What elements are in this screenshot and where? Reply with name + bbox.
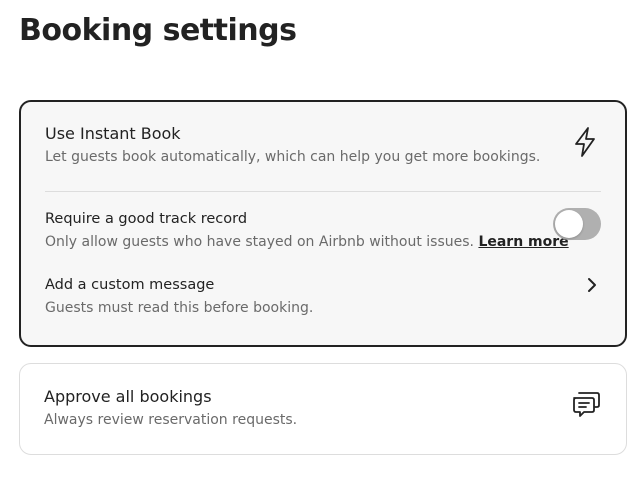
approve-bookings-title: Approve all bookings: [44, 387, 212, 406]
instant-book-card[interactable]: Use Instant Book Let guests book automat…: [19, 100, 627, 347]
approve-bookings-card[interactable]: Approve all bookings Always review reser…: [19, 363, 627, 455]
toggle-knob: [555, 210, 583, 238]
instant-book-header: Use Instant Book Let guests book automat…: [45, 124, 601, 166]
page-title: Booking settings: [19, 13, 297, 48]
custom-message-title: Add a custom message: [45, 277, 215, 293]
instant-book-title: Use Instant Book: [45, 124, 181, 143]
track-record-subtitle: Only allow guests who have stayed on Air…: [45, 233, 569, 251]
custom-message-option[interactable]: Add a custom message Guests must read th…: [45, 275, 565, 317]
chat-bubbles-icon: [570, 387, 602, 423]
track-record-description: Only allow guests who have stayed on Air…: [45, 234, 474, 250]
approve-bookings-content: Approve all bookings Always review reser…: [44, 387, 602, 429]
instant-book-subtitle: Let guests book automatically, which can…: [45, 149, 541, 165]
track-record-option: Require a good track record Only allow g…: [45, 209, 569, 251]
lightning-icon: [573, 126, 597, 162]
learn-more-link[interactable]: Learn more: [478, 234, 568, 250]
custom-message-subtitle: Guests must read this before booking.: [45, 300, 314, 316]
track-record-title: Require a good track record: [45, 211, 248, 227]
chevron-right-icon[interactable]: [585, 276, 599, 298]
approve-bookings-subtitle: Always review reservation requests.: [44, 412, 298, 428]
booking-settings-page: Booking settings Use Instant Book Let gu…: [0, 0, 642, 477]
divider: [45, 191, 601, 192]
track-record-toggle[interactable]: [553, 208, 601, 240]
